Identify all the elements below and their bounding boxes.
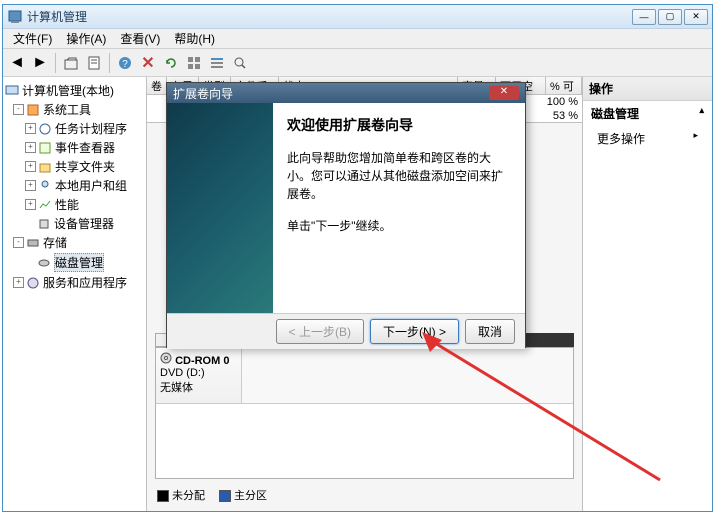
minimize-button[interactable]: — [632, 9, 656, 25]
expander-icon[interactable]: + [25, 199, 36, 210]
cdrom-label: CD-ROM 0 DVD (D:) 无媒体 [156, 348, 242, 403]
tree-event-viewer[interactable]: +事件查看器 [5, 138, 144, 157]
services-icon [26, 276, 40, 290]
actions-header: 操作 [583, 77, 712, 101]
dialog-title: 扩展卷向导 [173, 85, 233, 102]
tree-device-manager[interactable]: 设备管理器 [5, 214, 144, 233]
actions-more[interactable]: 更多操作▸ [583, 126, 712, 151]
dialog-content: 欢迎使用扩展卷向导 此向导帮助您增加简单卷和跨区卷的大小。您可以通过从其他磁盘添… [273, 103, 525, 313]
back-button: < 上一步(B) [276, 319, 364, 344]
legend: 未分配 主分区 [157, 487, 267, 503]
properties-icon[interactable] [84, 53, 104, 73]
dialog-text-1: 此向导帮助您增加简单卷和跨区卷的大小。您可以通过从其他磁盘添加空间来扩展卷。 [287, 149, 511, 203]
actions-group: 磁盘管理▴ [583, 101, 712, 126]
delete-icon[interactable]: ✕ [138, 53, 158, 73]
legend-primary-swatch [219, 490, 231, 502]
col-volume[interactable]: 卷 [147, 77, 167, 94]
back-icon[interactable]: ◄ [7, 53, 27, 73]
grid-icon[interactable] [184, 53, 204, 73]
up-icon[interactable] [61, 53, 81, 73]
dialog-buttons: < 上一步(B) 下一步(N) > 取消 [167, 313, 525, 349]
actions-pane: 操作 磁盘管理▴ 更多操作▸ [582, 77, 712, 511]
row-pct: 53 % [542, 109, 582, 123]
forward-icon[interactable]: ► [30, 53, 50, 73]
dialog-heading: 欢迎使用扩展卷向导 [287, 115, 511, 135]
tree-local-users[interactable]: +本地用户和组 [5, 176, 144, 195]
dialog-text-2: 单击"下一步"继续。 [287, 217, 511, 235]
dialog-banner [167, 103, 273, 313]
disk-icon [37, 256, 51, 270]
cdrom-icon [160, 352, 172, 364]
expander-icon[interactable]: - [13, 104, 24, 115]
expander-icon[interactable]: + [13, 277, 24, 288]
chevron-up-icon[interactable]: ▴ [699, 105, 704, 116]
svg-text:?: ? [122, 59, 128, 70]
cancel-button[interactable]: 取消 [465, 319, 515, 344]
cdrom-row[interactable]: CD-ROM 0 DVD (D:) 无媒体 [156, 348, 573, 404]
expander-icon[interactable]: + [25, 142, 36, 153]
dialog-titlebar: 扩展卷向导 ✕ [167, 83, 525, 103]
tree-task-scheduler[interactable]: +任务计划程序 [5, 119, 144, 138]
tree-disk-management[interactable]: 磁盘管理 [5, 252, 144, 273]
storage-icon [26, 236, 40, 250]
tree-pane: 计算机管理(本地) - 系统工具 +任务计划程序 +事件查看器 +共享文件夹 +… [3, 77, 147, 511]
legend-unalloc-swatch [157, 490, 169, 502]
users-icon [38, 179, 52, 193]
tree-performance[interactable]: +性能 [5, 195, 144, 214]
folder-icon [38, 160, 52, 174]
list-icon[interactable] [207, 53, 227, 73]
app-icon [7, 9, 23, 25]
refresh-icon[interactable] [161, 53, 181, 73]
tree-shared-folders[interactable]: +共享文件夹 [5, 157, 144, 176]
next-button[interactable]: 下一步(N) > [370, 319, 459, 344]
menu-help[interactable]: 帮助(H) [168, 29, 221, 48]
menu-view[interactable]: 查看(V) [114, 29, 166, 48]
tree-root[interactable]: 计算机管理(本地) [5, 81, 144, 100]
chevron-right-icon: ▸ [693, 130, 698, 141]
titlebar: 计算机管理 — ▢ ✕ [3, 5, 712, 29]
tree-system-tools[interactable]: - 系统工具 [5, 100, 144, 119]
help-icon[interactable]: ? [115, 53, 135, 73]
dialog-close-button[interactable]: ✕ [489, 86, 519, 100]
tools-icon [26, 103, 40, 117]
event-icon [38, 141, 52, 155]
toolbar: ◄ ► ? ✕ [3, 49, 712, 77]
device-icon [37, 217, 51, 231]
expander-icon[interactable]: + [25, 123, 36, 134]
menu-file[interactable]: 文件(F) [7, 29, 58, 48]
expander-icon[interactable]: - [13, 237, 24, 248]
maximize-button[interactable]: ▢ [658, 9, 682, 25]
search-icon[interactable] [230, 53, 250, 73]
window-title: 计算机管理 [27, 8, 632, 25]
col-pct[interactable]: % 可 [546, 77, 582, 94]
menubar: 文件(F) 操作(A) 查看(V) 帮助(H) [3, 29, 712, 49]
computer-icon [5, 84, 19, 98]
extend-volume-wizard-dialog: 扩展卷向导 ✕ 欢迎使用扩展卷向导 此向导帮助您增加简单卷和跨区卷的大小。您可以… [166, 82, 526, 348]
menu-action[interactable]: 操作(A) [60, 29, 112, 48]
tree-services-apps[interactable]: +服务和应用程序 [5, 273, 144, 292]
tree-storage[interactable]: -存储 [5, 233, 144, 252]
disk-grid: CD-ROM 0 DVD (D:) 无媒体 [155, 347, 574, 479]
clock-icon [38, 122, 52, 136]
row-pct: 100 % [542, 95, 582, 109]
perf-icon [38, 198, 52, 212]
expander-icon[interactable]: + [25, 161, 36, 172]
expander-icon[interactable]: + [25, 180, 36, 191]
close-button[interactable]: ✕ [684, 9, 708, 25]
